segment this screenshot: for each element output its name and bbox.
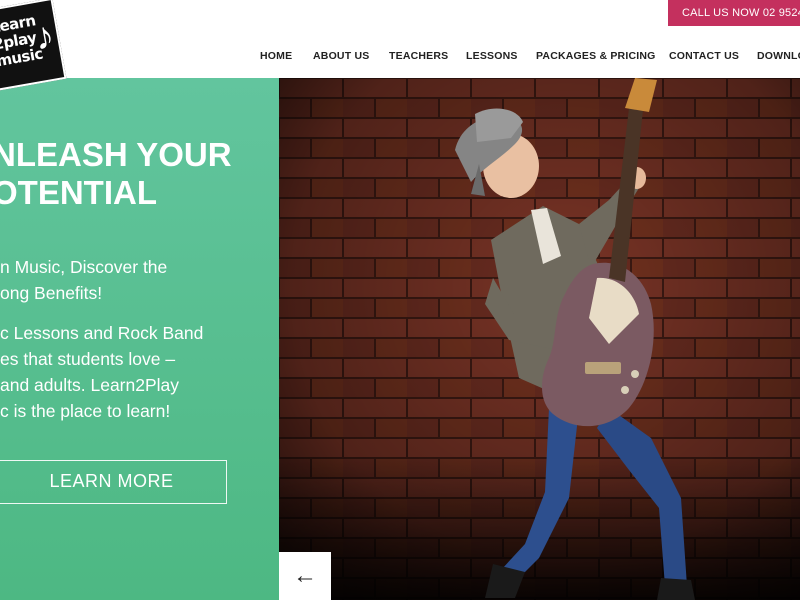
hero-photo-illustration bbox=[279, 78, 800, 600]
hero-description-line1: c Lessons and Rock Band bbox=[0, 323, 204, 343]
nav-item-home[interactable]: HOME bbox=[260, 50, 292, 62]
hero-headline-line2: OTENTIAL bbox=[0, 174, 157, 211]
hero-description-line2: es that students love – bbox=[0, 349, 176, 369]
nav-item-teachers[interactable]: TEACHERS bbox=[389, 50, 448, 62]
site-logo[interactable]: Learn 2play music ♪ bbox=[0, 0, 67, 93]
nav-item-packages-pricing[interactable]: PACKAGES & PRICING bbox=[536, 50, 656, 62]
hero-description: c Lessons and Rock Band es that students… bbox=[0, 320, 203, 424]
site-header: Learn 2play music ♪ CALL US NOW 02 9524 … bbox=[0, 0, 800, 93]
nav-item-downloads[interactable]: DOWNLOADS bbox=[757, 50, 800, 62]
hero-headline-line1: NLEASH YOUR bbox=[0, 136, 232, 173]
nav-item-lessons[interactable]: LESSONS bbox=[466, 50, 518, 62]
hero-image bbox=[279, 78, 800, 600]
nav-item-about-us[interactable]: ABOUT US bbox=[313, 50, 369, 62]
hero-description-line4: c is the place to learn! bbox=[0, 401, 171, 421]
main-nav: HOME ABOUT US TEACHERS LESSONS PACKAGES … bbox=[0, 50, 800, 68]
call-us-button[interactable]: CALL US NOW 02 9524 bbox=[668, 0, 800, 26]
nav-item-contact-us[interactable]: CONTACT US bbox=[669, 50, 739, 62]
hero-intro-line1: n Music, Discover the bbox=[0, 257, 168, 277]
hero-intro-text: n Music, Discover the ong Benefits! bbox=[0, 254, 167, 306]
arrow-left-icon[interactable]: ← bbox=[279, 552, 331, 600]
hero-headline: NLEASH YOUR OTENTIAL bbox=[0, 136, 279, 212]
hero-intro-line2: ong Benefits! bbox=[0, 283, 103, 303]
learn-more-button[interactable]: LEARN MORE bbox=[0, 460, 227, 504]
hero-description-line3: and adults. Learn2Play bbox=[0, 375, 180, 395]
hero-text-panel: NLEASH YOUR OTENTIAL n Music, Discover t… bbox=[0, 78, 279, 600]
